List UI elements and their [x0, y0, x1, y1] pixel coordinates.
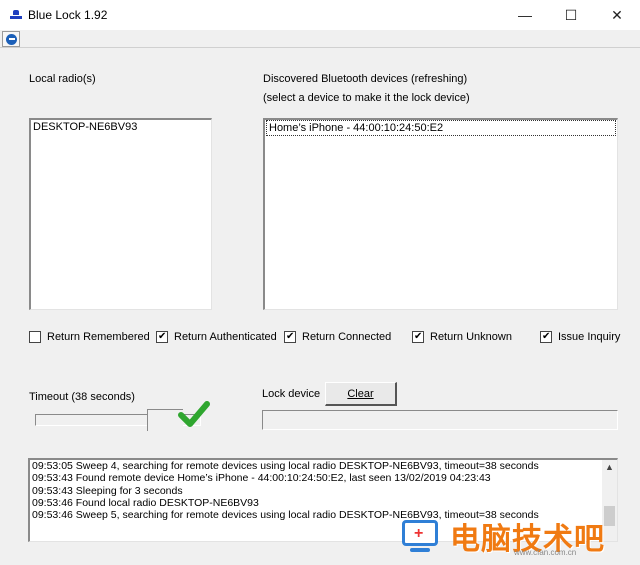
checkbox-label: Return Authenticated [174, 331, 277, 343]
return-remembered-checkbox[interactable]: Return Remembered [29, 329, 150, 345]
window-title: Blue Lock 1.92 [28, 8, 108, 22]
toolbar [0, 30, 640, 48]
return-authenticated-checkbox[interactable]: Return Authenticated [156, 329, 277, 345]
ie-globe-icon [5, 33, 17, 45]
scroll-up-icon[interactable]: ▲ [602, 460, 617, 474]
checkbox-box[interactable] [156, 331, 168, 343]
log-line: 09:53:43 Found remote device Home’s iPho… [32, 472, 491, 485]
lock-device-field [262, 410, 618, 430]
issue-inquiry-checkbox[interactable]: Issue Inquiry [540, 329, 620, 345]
log-line: 09:53:43 Sleeping for 3 seconds [32, 484, 183, 497]
checkbox-box[interactable] [29, 331, 41, 343]
discovered-devices-list[interactable]: Home’s iPhone - 44:00:10:24:50:E2 [263, 118, 618, 310]
checkbox-label: Return Connected [302, 331, 392, 343]
toolbar-button[interactable] [2, 31, 20, 47]
checkmark-icon [178, 401, 210, 427]
clear-button-label: Clear [347, 387, 374, 400]
minimize-button[interactable]: — [502, 0, 548, 30]
list-item[interactable]: Home’s iPhone - 44:00:10:24:50:E2 [266, 120, 616, 136]
local-radios-list[interactable]: DESKTOP-NE6BV93 [29, 118, 212, 310]
return-unknown-checkbox[interactable]: Return Unknown [412, 329, 512, 345]
maximize-button[interactable]: ☐ [548, 0, 594, 30]
title-bar: Blue Lock 1.92 — ☐ ✕ [0, 0, 640, 30]
local-radios-label: Local radio(s) [29, 73, 96, 85]
client-area: Local radio(s) Discovered Bluetooth devi… [0, 48, 640, 565]
monitor-plus-icon: + [400, 518, 442, 554]
log-line: 09:53:05 Sweep 4, searching for remote d… [32, 460, 539, 472]
discovered-devices-hint: (select a device to make it the lock dev… [263, 92, 470, 104]
clear-button[interactable]: Clear [325, 382, 397, 406]
checkbox-label: Issue Inquiry [558, 331, 621, 343]
timeout-label: Timeout (38 seconds) [29, 391, 135, 403]
checkbox-label: Return Remembered [47, 331, 150, 343]
discovered-devices-label: Discovered Bluetooth devices (refreshing… [263, 73, 468, 85]
lock-device-label: Lock device [262, 388, 321, 400]
app-icon [10, 10, 22, 20]
return-connected-checkbox[interactable]: Return Connected [284, 329, 391, 345]
checkbox-label: Return Unknown [430, 331, 512, 343]
list-item[interactable]: DESKTOP-NE6BV93 [31, 120, 211, 134]
checkbox-box[interactable] [412, 331, 424, 343]
checkbox-box[interactable] [540, 331, 552, 343]
close-button[interactable]: ✕ [594, 0, 640, 30]
watermark-url: www.cfan.com.cn [514, 548, 577, 557]
log-line: 09:53:46 Found local radio DESKTOP-NE6BV… [32, 496, 259, 509]
checkbox-box[interactable] [284, 331, 296, 343]
